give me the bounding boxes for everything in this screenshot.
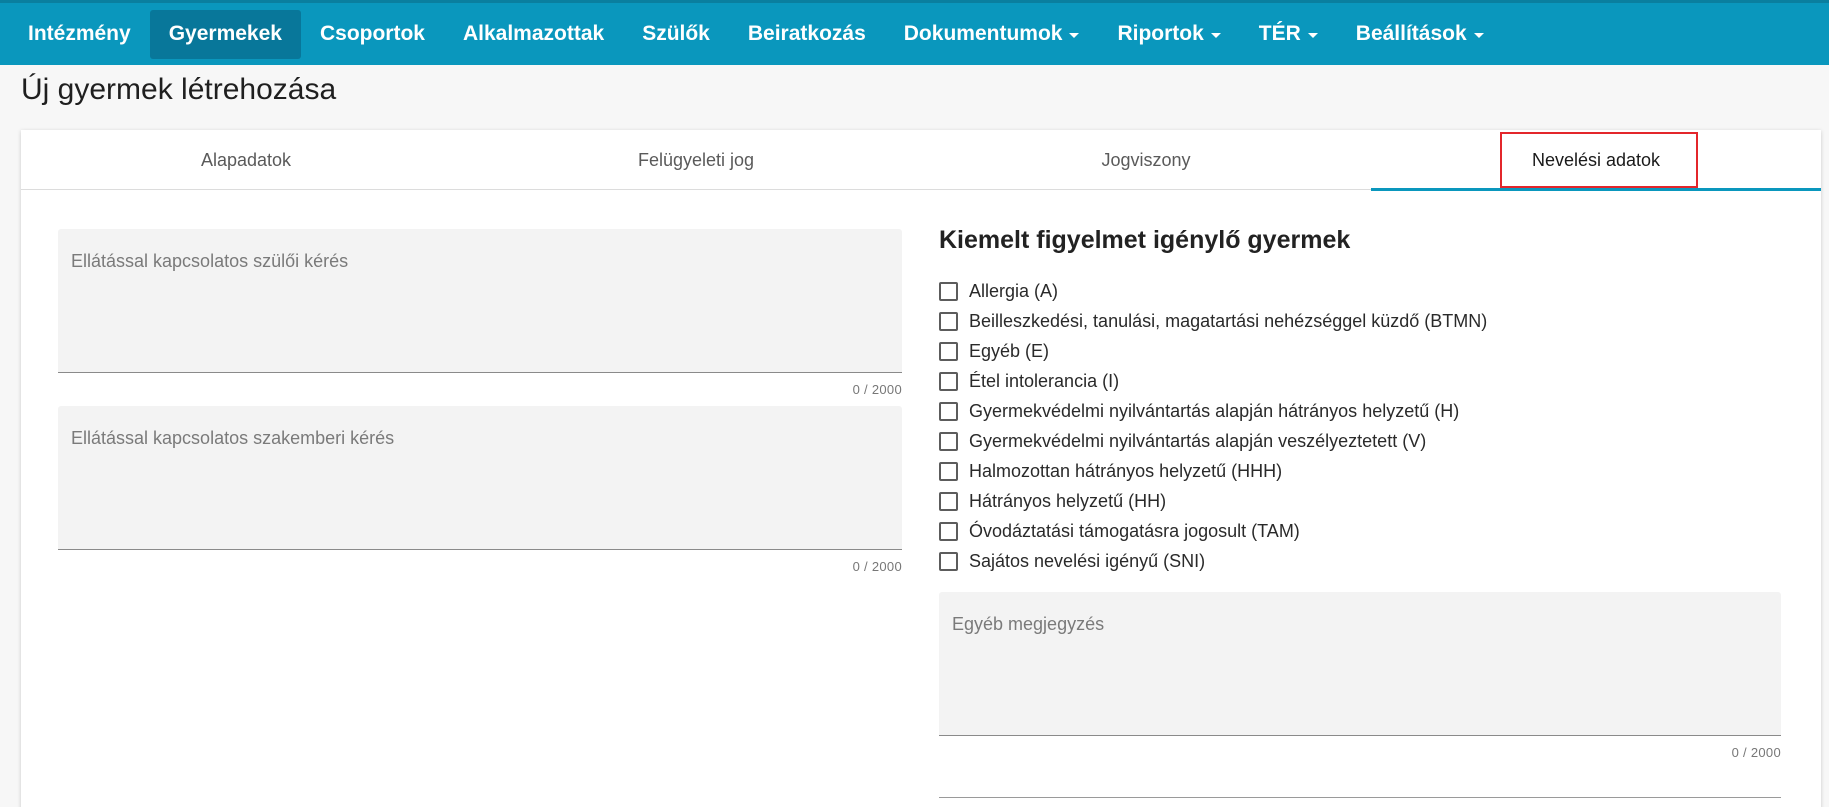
nav-item-label: Riportok <box>1117 22 1204 45</box>
tab-label: Felügyeleti jog <box>637 149 755 170</box>
special-attention-title: Kiemelt figyelmet igénylő gyermek <box>939 226 1351 254</box>
checkbox-icon[interactable] <box>939 431 958 451</box>
tab-nevelesi-adatok[interactable]: Nevelési adatok <box>1371 130 1821 191</box>
checkbox-label: Gyermekvédelmi nyilvántartás alapján hát… <box>969 400 1460 421</box>
nav-item-label: Beállítások <box>1355 22 1467 45</box>
checkbox-icon[interactable] <box>939 521 958 541</box>
tab-label: Nevelési adatok <box>1531 149 1661 170</box>
caret-down-icon <box>1307 32 1318 38</box>
checkbox-icon[interactable] <box>939 371 958 391</box>
tab-alapadatok[interactable]: Alapadatok <box>21 130 471 190</box>
caret-down-icon <box>1069 32 1080 38</box>
tab-felugyeleti-jog[interactable]: Felügyeleti jog <box>471 130 921 190</box>
checkbox-label: Hátrányos helyzetű (HH) <box>969 490 1167 511</box>
other-note-placeholder: Egyéb megjegyzés <box>952 614 1105 634</box>
checkbox-label: Étel intolerancia (I) <box>969 370 1120 391</box>
top-navigation: Intézmény Gyermekek Csoportok Alkalmazot… <box>0 0 1829 65</box>
caret-down-icon <box>1473 32 1484 38</box>
checkbox-row[interactable]: Óvodáztatási támogatásra jogosult (TAM) <box>939 516 1487 546</box>
nav-item-label: Beiratkozás <box>747 22 866 45</box>
nav-item-label: TÉR <box>1258 22 1301 45</box>
nav-item-dokumentumok[interactable]: Dokumentumok <box>885 10 1099 59</box>
specialist-request-textarea[interactable]: Ellátással kapcsolatos szakemberi kérés <box>58 406 902 550</box>
checkbox-label: Sajátos nevelési igényű (SNI) <box>969 550 1206 571</box>
form-card: Alapadatok Felügyeleti jog Jogviszony Ne… <box>21 130 1821 807</box>
checkbox-row[interactable]: Halmozottan hátrányos helyzetű (HHH) <box>939 456 1487 486</box>
nav-item-label: Gyermekek <box>168 22 282 45</box>
checkbox-row[interactable]: Egyéb (E) <box>939 336 1487 366</box>
caret-down-icon <box>1210 32 1221 38</box>
checkbox-label: Beilleszkedési, tanulási, magatartási ne… <box>969 310 1488 331</box>
specialist-request-counter: 0 / 2000 <box>852 559 902 574</box>
nav-item-alkalmazottak[interactable]: Alkalmazottak <box>444 10 623 59</box>
checkbox-icon[interactable] <box>939 311 958 331</box>
page-title: Új gyermek létrehozása <box>21 73 337 106</box>
checkbox-row[interactable]: Beilleszkedési, tanulási, magatartási ne… <box>939 306 1487 336</box>
nav-item-label: Alkalmazottak <box>462 22 605 45</box>
special-attention-list: Allergia (A) Beilleszkedési, tanulási, m… <box>939 276 1487 576</box>
nav-item-beiratkozas[interactable]: Beiratkozás <box>729 10 885 59</box>
specialist-request-placeholder: Ellátással kapcsolatos szakemberi kérés <box>71 428 395 448</box>
other-note-textarea[interactable]: Egyéb megjegyzés <box>939 592 1781 736</box>
checkbox-icon[interactable] <box>939 551 958 571</box>
nav-item-ter[interactable]: TÉR <box>1240 10 1337 59</box>
nav-item-label: Csoportok <box>319 22 425 45</box>
checkbox-icon[interactable] <box>939 461 958 481</box>
specialist-request-field-group: Ellátással kapcsolatos szakemberi kérés … <box>58 406 902 574</box>
other-note-counter: 0 / 2000 <box>1731 745 1781 760</box>
checkbox-label: Halmozottan hátrányos helyzetű (HHH) <box>969 460 1283 481</box>
nav-item-label: Intézmény <box>28 22 131 45</box>
checkbox-icon[interactable] <box>939 491 958 511</box>
checkbox-label: Egyéb (E) <box>969 340 1050 361</box>
nav-item-szulok[interactable]: Szülők <box>623 10 729 59</box>
checkbox-row[interactable]: Sajátos nevelési igényű (SNI) <box>939 546 1487 576</box>
parent-request-placeholder: Ellátással kapcsolatos szülői kérés <box>71 251 349 271</box>
nav-item-csoportok[interactable]: Csoportok <box>301 10 444 59</box>
nav-item-gyermekek[interactable]: Gyermekek <box>149 9 301 59</box>
tab-label: Alapadatok <box>200 149 292 170</box>
checkbox-row[interactable]: Allergia (A) <box>939 276 1487 306</box>
other-note-field-group: Egyéb megjegyzés 0 / 2000 <box>939 592 1781 760</box>
checkbox-row[interactable]: Étel intolerancia (I) <box>939 366 1487 396</box>
tab-label: Jogviszony <box>1101 149 1191 170</box>
checkbox-icon[interactable] <box>939 401 958 421</box>
parent-request-field-group: Ellátással kapcsolatos szülői kérés 0 / … <box>58 229 902 397</box>
checkbox-row[interactable]: Hátrányos helyzetű (HH) <box>939 486 1487 516</box>
tab-jogviszony[interactable]: Jogviszony <box>921 130 1371 190</box>
checkbox-row[interactable]: Gyermekvédelmi nyilvántartás alapján ves… <box>939 426 1487 456</box>
checkbox-icon[interactable] <box>939 281 958 301</box>
nav-item-riportok[interactable]: Riportok <box>1098 10 1239 59</box>
parent-request-counter: 0 / 2000 <box>852 382 902 397</box>
nav-item-label: Dokumentumok <box>903 22 1063 45</box>
parent-request-textarea[interactable]: Ellátással kapcsolatos szülői kérés <box>58 229 902 373</box>
checkbox-label: Gyermekvédelmi nyilvántartás alapján ves… <box>969 430 1427 451</box>
nav-item-beallitasok[interactable]: Beállítások <box>1337 10 1503 59</box>
checkbox-icon[interactable] <box>939 341 958 361</box>
checkbox-row[interactable]: Gyermekvédelmi nyilvántartás alapján hát… <box>939 396 1487 426</box>
divider <box>939 797 1781 798</box>
tab-bar: Alapadatok Felügyeleti jog Jogviszony Ne… <box>21 130 1821 191</box>
checkbox-label: Óvodáztatási támogatásra jogosult (TAM) <box>969 520 1300 541</box>
checkbox-label: Allergia (A) <box>969 280 1059 301</box>
nav-item-label: Szülők <box>642 22 710 45</box>
nav-item-intezmeny[interactable]: Intézmény <box>9 10 150 59</box>
